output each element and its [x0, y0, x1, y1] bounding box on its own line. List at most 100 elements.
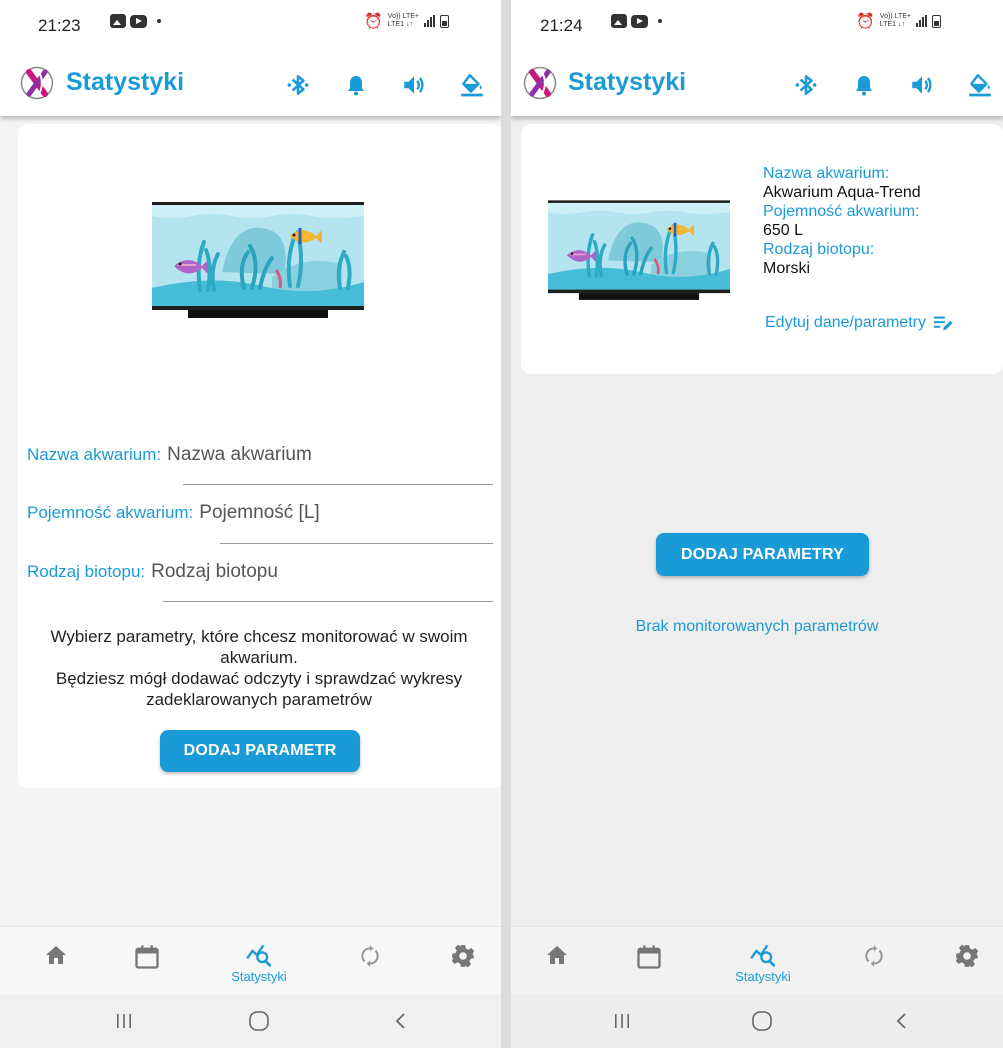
nav-sync[interactable] [844, 927, 904, 995]
recents-icon [117, 1014, 131, 1028]
aquarium-volume-input[interactable]: Pojemność [L] [199, 502, 319, 524]
nav-settings[interactable] [937, 927, 997, 995]
recents-icon [615, 1014, 629, 1028]
nav-statistics-label: Statystyki [735, 969, 791, 984]
nav-home[interactable] [26, 927, 86, 995]
back-icon [395, 1013, 405, 1029]
aquarium-name-value: Akwarium Aqua-Trend [763, 184, 921, 201]
volume-icon [401, 72, 427, 98]
recents-button[interactable] [104, 1008, 144, 1034]
nav-statistics[interactable]: Statystyki [733, 927, 793, 995]
battery-icon [932, 14, 941, 28]
status-notifications [110, 14, 161, 28]
home-icon [545, 943, 569, 967]
biotope-row: Rodzaj biotopu: Rodzaj biotopu [27, 561, 278, 583]
app-bar-actions [777, 70, 1003, 100]
bluetooth-icon [793, 72, 819, 98]
aquarium-illustration [150, 202, 366, 320]
aquarium-volume-label: Pojemność akwarium: [27, 503, 194, 522]
status-time: 21:24 [540, 16, 583, 35]
biotope-label: Rodzaj biotopu: [763, 241, 875, 258]
edit-data-parameters-link[interactable]: Edytuj dane/parametry [765, 312, 954, 334]
settings-icon [954, 943, 980, 969]
stats-icon [749, 941, 777, 967]
status-bar: 21:23 ⏰ Vo)) LTE+ LTE1 ↓↑ [0, 0, 501, 56]
nav-settings[interactable] [433, 927, 493, 995]
theme-button[interactable] [951, 70, 1003, 100]
aquarium-volume-underline [220, 543, 493, 544]
notifications-button[interactable] [327, 70, 385, 100]
aquarium-illustration [548, 200, 730, 302]
more-notifications-icon [157, 19, 161, 23]
paint-bucket-icon [459, 72, 485, 98]
system-home-button[interactable] [239, 1008, 279, 1034]
sync-icon [357, 943, 383, 969]
aquarium-name-underline [183, 484, 493, 485]
signal-icon [424, 15, 435, 27]
sound-button[interactable] [893, 70, 951, 100]
sound-button[interactable] [385, 70, 443, 100]
app-logo-icon [20, 66, 54, 100]
parameters-info-text: Wybierz parametry, które chcesz monitoro… [50, 627, 468, 709]
stats-icon [245, 941, 273, 967]
phone-screen-left: 21:23 ⏰ Vo)) LTE+ LTE1 ↓↑ Statystyki Nazw… [0, 0, 501, 1048]
biotope-label: Rodzaj biotopu: [27, 562, 146, 581]
system-navigation-bar [511, 994, 1003, 1048]
bell-icon [344, 73, 368, 97]
theme-button[interactable] [443, 70, 501, 100]
back-button[interactable] [380, 1008, 420, 1034]
bluetooth-button[interactable] [269, 70, 327, 100]
back-button[interactable] [881, 1008, 921, 1034]
bluetooth-button[interactable] [777, 70, 835, 100]
system-navigation-bar [0, 994, 501, 1048]
bottom-navigation: Statystyki [0, 926, 501, 994]
no-parameters-message: Brak monitorowanych parametrów [635, 618, 879, 635]
recents-button[interactable] [602, 1008, 642, 1034]
aquarium-volume-row: Pojemność akwarium: Pojemność [L] [27, 502, 320, 524]
status-indicators: ⏰ Vo)) LTE+ LTE1 ↓↑ [856, 12, 941, 30]
youtube-notification-icon [130, 14, 147, 28]
more-notifications-icon [658, 19, 662, 23]
status-bar: 21:24 ⏰ Vo)) LTE+ LTE1 ↓↑ [511, 0, 1003, 56]
aquarium-name-label: Nazwa akwarium: [763, 165, 890, 182]
app-bar: Statystyki [0, 56, 501, 116]
system-home-button[interactable] [742, 1008, 782, 1034]
aquarium-form-card: Nazwa akwarium: Nazwa akwarium Pojemność… [18, 124, 501, 788]
aquarium-name-row: Nazwa akwarium: Nazwa akwarium [27, 444, 312, 466]
add-parameters-button[interactable]: DODAJ PARAMETRY [656, 533, 869, 576]
edit-link-label: Edytuj dane/parametry [765, 314, 926, 331]
notifications-button[interactable] [835, 70, 893, 100]
nav-calendar[interactable] [117, 927, 177, 995]
nav-calendar[interactable] [619, 927, 679, 995]
gallery-notification-icon [611, 14, 627, 28]
bluetooth-icon [285, 72, 311, 98]
app-bar-actions [269, 70, 501, 100]
bottom-navigation: Statystyki [511, 926, 1003, 994]
app-title: Statystyki [66, 68, 185, 96]
alarm-icon: ⏰ [364, 13, 383, 30]
home-circle-icon [249, 1011, 269, 1031]
home-circle-icon [752, 1011, 772, 1031]
biotope-input[interactable]: Rodzaj biotopu [151, 561, 278, 583]
nav-sync[interactable] [340, 927, 400, 995]
home-icon [44, 943, 68, 967]
phone-screen-right: 21:24 ⏰ Vo)) LTE+ LTE1 ↓↑ Statystyki Nazw… [511, 0, 1003, 1048]
battery-icon [440, 14, 449, 28]
back-icon [896, 1013, 906, 1029]
add-parameter-button[interactable]: DODAJ PARAMETR [160, 730, 360, 772]
status-time: 21:23 [38, 16, 81, 35]
aquarium-volume-value: 650 L [763, 222, 804, 239]
nav-statistics[interactable]: Statystyki [229, 927, 289, 995]
aquarium-details: Nazwa akwarium: Akwarium Aqua-Trend Poje… [763, 164, 921, 278]
nav-home[interactable] [527, 927, 587, 995]
gallery-notification-icon [110, 14, 126, 28]
settings-icon [450, 943, 476, 969]
app-title: Statystyki [568, 68, 687, 96]
alarm-icon: ⏰ [856, 13, 875, 30]
calendar-icon [635, 943, 663, 971]
aquarium-name-input[interactable]: Nazwa akwarium [167, 444, 312, 466]
youtube-notification-icon [631, 14, 648, 28]
app-bar: Statystyki [511, 56, 1003, 116]
nav-statistics-label: Statystyki [231, 969, 287, 984]
status-indicators: ⏰ Vo)) LTE+ LTE1 ↓↑ [364, 12, 449, 30]
